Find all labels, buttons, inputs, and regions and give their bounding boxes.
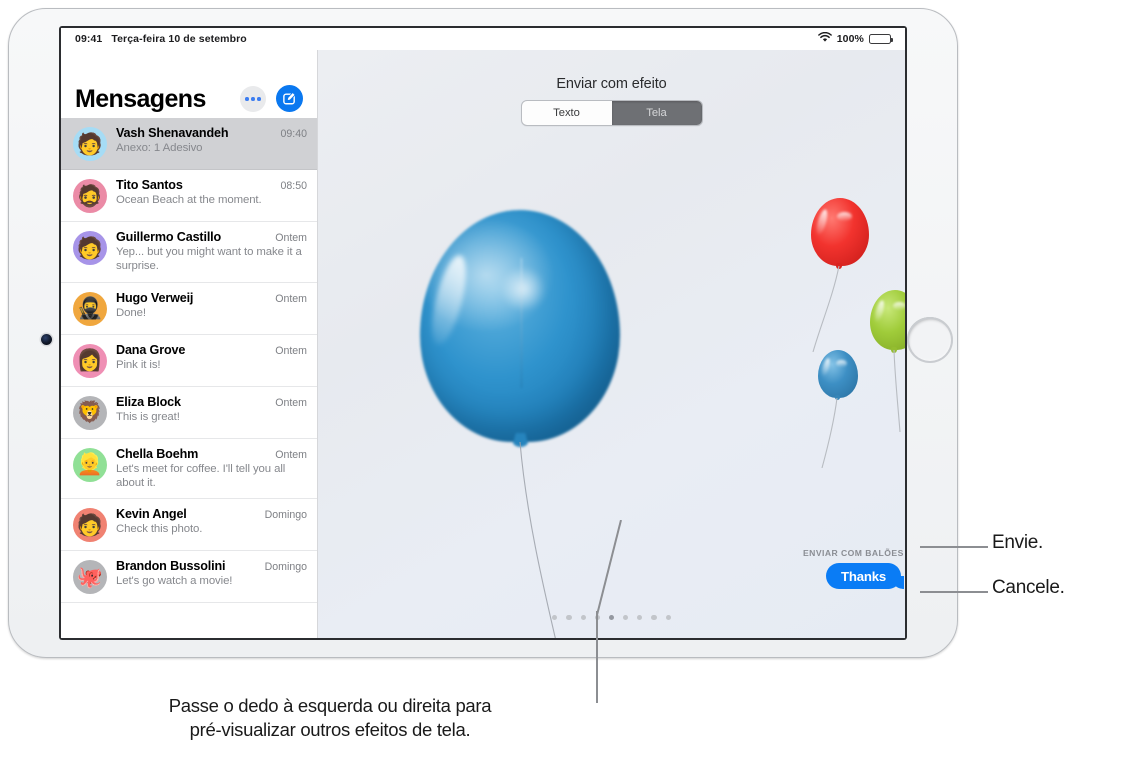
page-dot[interactable] — [637, 614, 643, 620]
conversation-preview: Check this photo. — [116, 523, 203, 535]
conversation-name: Chella Boehm — [116, 446, 199, 461]
avatar: 👩 — [73, 343, 107, 378]
battery-full-icon — [869, 34, 893, 44]
conversation-time: Domingo — [264, 561, 307, 573]
avatar: 🧑 — [73, 231, 107, 265]
callout-label-send: Envie. — [992, 532, 1044, 553]
conversation-name: Vash Shenavandeh — [116, 126, 229, 140]
instruction-caption: Passe o dedo à esquerda ou direita para … — [56, 694, 604, 743]
effect-type-segmented-control[interactable]: Texto Tela — [520, 100, 703, 126]
conversation-preview: Done! — [116, 306, 146, 319]
status-bar: 09:41 Terça-feira 10 de setembro 100% — [61, 28, 905, 50]
effect-panel-title: Enviar com efeito — [556, 76, 667, 92]
conversation-row[interactable]: 🧑 Vash Shenavandeh 09:40 Anexo: 1 Adesivo — [61, 118, 317, 170]
front-camera-icon — [41, 334, 52, 345]
avatar: 🧑 — [73, 508, 107, 542]
conversation-time: Ontem — [275, 448, 307, 461]
conversation-name: Guillermo Castillo — [116, 230, 222, 244]
conversation-row[interactable]: 🐙 Brandon Bussolini Domingo Let's go watch … — [61, 551, 317, 603]
main-balloon-graphic — [420, 210, 620, 460]
conversations-sidebar: Mensagens 🧑 Vash Shenavandeh 09:40 Anexo: 1… — [61, 50, 318, 638]
conversation-preview: Let's meet for coffee. I'll tell you all… — [116, 462, 286, 489]
conversation-row[interactable]: 🧑 Kevin Angel Domingo Check this photo. — [61, 499, 317, 551]
avatar: 🧑 — [73, 127, 107, 161]
conversation-preview: This is great! — [116, 410, 180, 423]
conversation-row[interactable]: 👩 Dana Grove Ontem Pink it is! — [61, 335, 317, 387]
status-time: 09:41 — [75, 33, 103, 45]
ipad-device: 09:41 Terça-feira 10 de setembro 100% Me… — [8, 8, 958, 658]
callout-line-swipe-diagonal — [596, 520, 622, 615]
conversation-time: Ontem — [275, 232, 307, 244]
conversation-row[interactable]: 🦁 Eliza Block Ontem This is great! — [61, 387, 317, 439]
effect-name-label: ENVIAR COM BALÕES — [803, 548, 904, 558]
conversation-name: Eliza Block — [116, 394, 181, 409]
conversation-time: Ontem — [275, 396, 307, 409]
red-balloon-graphic — [811, 198, 869, 352]
tab-texto[interactable]: Texto — [522, 101, 612, 125]
conversation-time: Ontem — [275, 292, 307, 305]
conversation-row[interactable]: 🥷 Hugo Verweij Ontem Done! — [61, 283, 317, 335]
callout-line-send — [920, 546, 988, 548]
conversation-preview: Anexo: 1 Adesivo — [116, 142, 203, 154]
wifi-icon — [817, 31, 832, 46]
green-balloon-graphic — [870, 290, 905, 440]
compose-button[interactable] — [276, 85, 303, 112]
callout-label-cancel: Cancele. — [992, 577, 1065, 598]
blue-balloon-graphic — [818, 350, 858, 470]
page-dot[interactable] — [566, 614, 572, 620]
conversation-time: 09:40 — [280, 128, 307, 140]
message-bubble: Thanks — [826, 563, 901, 589]
conversation-name: Dana Grove — [116, 342, 186, 357]
conversation-name: Kevin Angel — [116, 507, 187, 521]
conversation-name: Brandon Bussolini — [116, 559, 226, 573]
avatar: 🥷 — [73, 291, 107, 326]
avatar: 🧔 — [73, 179, 107, 213]
avatar: 🐙 — [73, 560, 107, 594]
conversation-name: Tito Santos — [116, 178, 183, 192]
page-dot[interactable] — [608, 614, 615, 620]
caption-line-1: Passe o dedo à esquerda ou direita para — [168, 695, 492, 716]
conversation-list[interactable]: 🧑 Vash Shenavandeh 09:40 Anexo: 1 Adesivo 🧔 T… — [61, 118, 317, 603]
caption-line-2: pré-visualizar outros efeitos de tela. — [189, 719, 471, 741]
conversation-preview: Let's go watch a movie! — [116, 575, 233, 587]
page-dot[interactable] — [623, 614, 629, 620]
sidebar-header: Mensagens — [61, 50, 317, 118]
page-title: Mensagens — [75, 85, 206, 113]
status-date: Terça-feira 10 de setembro — [111, 33, 247, 45]
page-dot[interactable] — [651, 614, 657, 620]
conversation-row[interactable]: 🧑 Guillermo Castillo Ontem Yep... but you m… — [61, 222, 317, 283]
conversation-time: 08:50 — [280, 180, 307, 192]
conversation-time: Ontem — [275, 344, 307, 357]
home-button[interactable] — [907, 317, 953, 363]
page-dot[interactable] — [552, 614, 558, 620]
more-button[interactable] — [240, 86, 266, 112]
conversation-preview: Yep... but you might want to make it a s… — [116, 246, 302, 273]
main-balloon-string — [519, 442, 556, 638]
callout-line-swipe — [596, 611, 598, 703]
conversation-preview: Pink it is! — [116, 358, 161, 371]
tab-tela[interactable]: Tela — [611, 101, 702, 125]
effect-page-indicator[interactable] — [318, 614, 905, 620]
conversation-time: Domingo — [264, 509, 307, 521]
conversation-name: Hugo Verweij — [116, 290, 194, 305]
ipad-screen: 09:41 Terça-feira 10 de setembro 100% Me… — [61, 28, 905, 638]
battery-percent-label: 100% — [836, 33, 864, 45]
page-dot[interactable] — [665, 614, 671, 620]
conversation-preview: Ocean Beach at the moment. — [116, 194, 262, 206]
page-dot[interactable] — [580, 614, 586, 620]
callout-line-cancel — [920, 591, 988, 593]
avatar: 🦁 — [73, 395, 107, 430]
avatar: 👱 — [73, 447, 107, 482]
conversation-row[interactable]: 🧔 Tito Santos 08:50 Ocean Beach at the mome… — [61, 170, 317, 222]
conversation-row[interactable]: 👱 Chella Boehm Ontem Let's meet for coffee.… — [61, 439, 317, 499]
